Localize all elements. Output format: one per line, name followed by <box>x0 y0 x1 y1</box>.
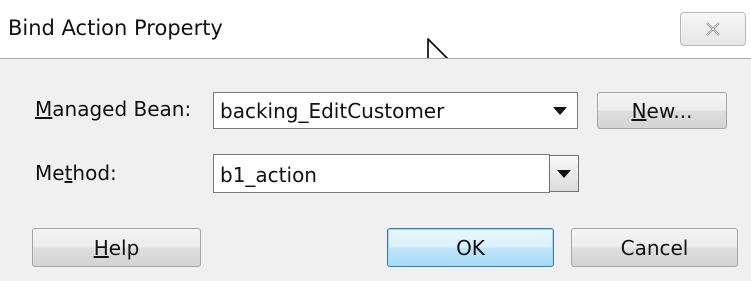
managed-bean-select[interactable]: backing_EditCustomer <box>213 92 578 129</box>
cancel-button[interactable]: Cancel <box>571 228 738 267</box>
chevron-down-icon <box>553 107 567 115</box>
managed-bean-value: backing_EditCustomer <box>220 99 445 123</box>
new-button-mnemonic: N <box>631 98 647 123</box>
method-value: b1_action <box>220 163 317 187</box>
dialog-titlebar: Bind Action Property <box>0 0 751 77</box>
help-button[interactable]: Help <box>32 228 201 267</box>
help-button-mnemonic: H <box>93 235 109 260</box>
managed-bean-label: Managed Bean: <box>35 97 192 121</box>
close-icon <box>706 22 720 36</box>
method-combobox[interactable]: b1_action <box>213 154 550 193</box>
new-button[interactable]: New... <box>597 92 727 129</box>
close-button[interactable] <box>680 12 746 46</box>
method-dropdown-button[interactable] <box>549 155 579 192</box>
dialog-body: Managed Bean: backing_EditCustomer New..… <box>0 58 751 281</box>
method-label: Method: <box>35 161 117 185</box>
ok-button[interactable]: OK <box>387 228 554 267</box>
chevron-down-icon <box>557 170 571 178</box>
dialog-title: Bind Action Property <box>8 16 223 40</box>
